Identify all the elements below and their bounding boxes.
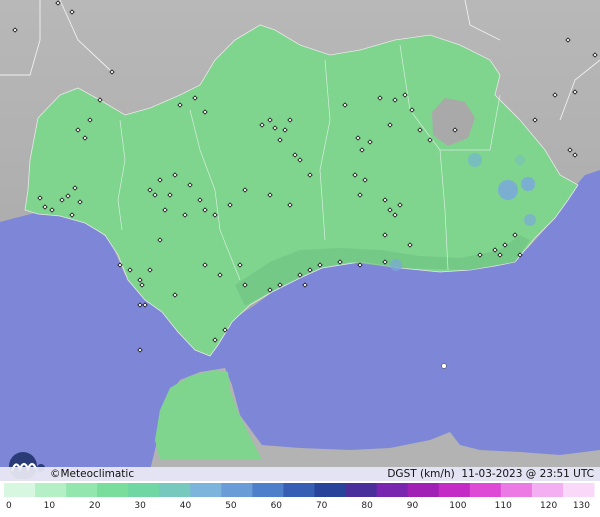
legend-swatch xyxy=(500,483,533,497)
legend-swatch xyxy=(252,483,284,497)
wind-gust-map xyxy=(0,0,600,517)
legend-swatch xyxy=(407,483,440,497)
map-caption: DGST (km/h) 11-03-2023 @ 23:51 UTC xyxy=(387,467,594,481)
color-scale-legend: 0 10 20 30 40 50 60 70 80 90 100 110 120 130 xyxy=(0,481,600,517)
legend-swatch xyxy=(159,483,191,497)
legend-swatch xyxy=(283,483,316,497)
legend-tick-label: 90 xyxy=(407,501,419,511)
legend-swatch xyxy=(345,483,378,497)
legend-swatch xyxy=(4,483,36,497)
variable-label: DGST xyxy=(387,468,417,480)
legend-tick-label: 120 xyxy=(540,501,557,511)
legend-tick-label: 70 xyxy=(316,501,328,511)
legend-swatch xyxy=(438,483,471,497)
legend-swatch xyxy=(221,483,253,497)
legend-swatch xyxy=(97,483,129,497)
legend-swatch xyxy=(376,483,409,497)
legend-swatch xyxy=(35,483,67,497)
legend-tick-label: 10 xyxy=(44,501,56,511)
legend-swatch xyxy=(66,483,98,497)
legend-tick-label: 100 xyxy=(449,501,466,511)
legend-swatch xyxy=(190,483,222,497)
legend-tick-label: 30 xyxy=(134,501,146,511)
legend-swatch xyxy=(562,483,595,497)
legend-tick-label: 60 xyxy=(271,501,283,511)
legend-tick-label: 0 xyxy=(6,501,12,511)
legend-swatch xyxy=(469,483,502,497)
brand-credit: ©Meteoclimatic xyxy=(50,468,135,480)
legend-tick-label: 110 xyxy=(495,501,512,511)
legend-tick-label: 50 xyxy=(225,501,237,511)
legend-tick-label: 40 xyxy=(180,501,192,511)
legend-swatch xyxy=(314,483,347,497)
legend-tick-label: 80 xyxy=(361,501,373,511)
legend-swatch xyxy=(531,483,564,497)
unit-label: (km/h) xyxy=(420,468,455,480)
legend-swatch xyxy=(128,483,160,497)
legend-tick-label: 20 xyxy=(89,501,101,511)
datetime-label: 11-03-2023 @ 23:51 UTC xyxy=(461,468,594,480)
legend-tick-label: 130 xyxy=(573,501,590,511)
map-footer: ©Meteoclimatic DGST (km/h) 11-03-2023 @ … xyxy=(0,467,600,481)
